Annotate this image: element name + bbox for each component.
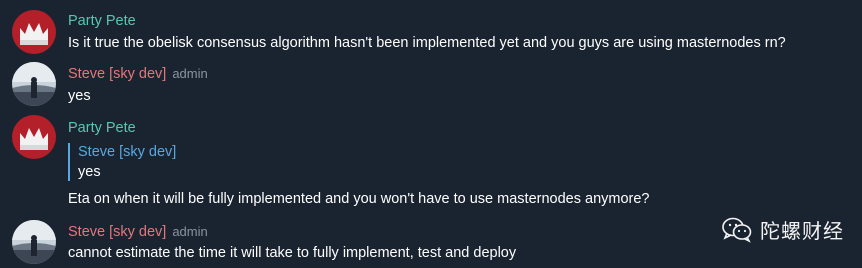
author-name[interactable]: Steve [sky dev] admin — [68, 223, 208, 241]
author-name[interactable]: Party Pete — [68, 119, 136, 137]
wechat-icon — [722, 217, 752, 243]
avatar-party-pete[interactable] — [12, 10, 56, 54]
author-name-text[interactable]: Party Pete — [68, 120, 136, 136]
author-name-text[interactable]: Party Pete — [68, 13, 136, 29]
avatar-steve[interactable] — [12, 62, 56, 106]
watermark: 陀螺财经 — [722, 215, 844, 244]
avatar-party-pete[interactable] — [12, 115, 56, 159]
author-name-text[interactable]: Steve [sky dev] — [68, 66, 166, 82]
message-text: Eta on when it will be fully implemented… — [68, 191, 650, 207]
message-text: Is it true the obelisk consensus algorit… — [68, 35, 786, 51]
watermark-text: 陀螺财经 — [760, 219, 844, 243]
message-text: yes — [68, 88, 91, 104]
message-text: cannot estimate the time it will take to… — [68, 245, 517, 261]
author-name-text[interactable]: Steve [sky dev] — [68, 224, 166, 240]
reply-quote[interactable]: Steve [sky dev] yes — [68, 143, 176, 181]
avatar-steve[interactable] — [12, 220, 56, 264]
reply-author: Steve [sky dev] — [78, 144, 177, 160]
author-name[interactable]: Steve [sky dev] admin — [68, 65, 208, 83]
role-badge: admin — [172, 224, 208, 239]
reply-text: yes — [78, 164, 101, 180]
author-name[interactable]: Party Pete — [68, 12, 136, 30]
role-badge: admin — [172, 66, 208, 81]
